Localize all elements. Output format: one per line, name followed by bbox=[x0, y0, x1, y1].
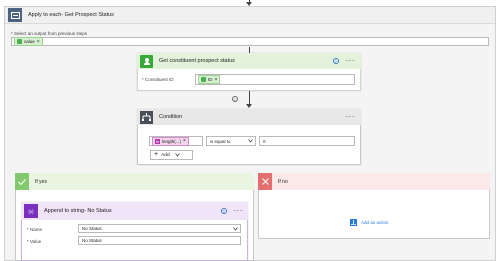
more-options-icon[interactable]: ··· bbox=[234, 207, 244, 215]
value-token-remove[interactable]: × bbox=[37, 39, 40, 45]
if-no-header: If no bbox=[258, 173, 490, 190]
check-icon bbox=[15, 173, 29, 190]
x-icon bbox=[258, 173, 272, 190]
value-input[interactable]: No Status bbox=[78, 236, 241, 245]
constituent-icon bbox=[140, 54, 153, 68]
more-options-icon[interactable]: ··· bbox=[346, 113, 356, 121]
value-token[interactable]: value × bbox=[14, 37, 43, 46]
expression-glyph: fx bbox=[155, 138, 160, 144]
constituent-title: Get constituent prospect status bbox=[159, 58, 235, 64]
operator-value: is equal to bbox=[210, 138, 231, 144]
name-label: * Name bbox=[27, 227, 43, 232]
condition-title: Condition bbox=[159, 114, 183, 120]
id-token-remove[interactable]: × bbox=[215, 77, 218, 83]
help-icon[interactable]: ? bbox=[332, 58, 339, 64]
condition-value: 0 bbox=[263, 138, 266, 144]
apply-to-each-title: Apply to each- Get Prospect Status bbox=[28, 12, 114, 18]
chevron-down-icon bbox=[248, 139, 253, 143]
select-output-label: * Select an output from previous steps bbox=[11, 31, 88, 36]
length-token[interactable]: fx length(...) × bbox=[152, 136, 189, 146]
connector-2 bbox=[249, 91, 250, 105]
info-glyph: i bbox=[234, 96, 236, 102]
add-action-icon bbox=[350, 219, 357, 226]
append-string-header[interactable]: {x} Append to string- No Status ? ··· bbox=[21, 202, 248, 220]
id-token[interactable]: ID × bbox=[198, 75, 221, 84]
variable-glyph: {x} bbox=[28, 208, 34, 214]
apply-to-each-header[interactable]: Apply to each- Get Prospect Status bbox=[5, 7, 495, 24]
variable-icon: {x} bbox=[24, 204, 38, 218]
operator-select[interactable]: is equal to bbox=[206, 136, 256, 146]
add-condition-label: Add bbox=[161, 152, 170, 158]
chevron-down-icon bbox=[233, 226, 238, 231]
condition-icon bbox=[140, 110, 153, 124]
expression-icon: fx bbox=[155, 138, 160, 144]
constituent-id-label: * Constituent ID bbox=[142, 77, 174, 82]
if-yes-header: If yes bbox=[15, 173, 254, 190]
add-an-action-label: Add an action bbox=[361, 220, 389, 225]
more-options-icon[interactable]: ··· bbox=[346, 57, 356, 65]
help-icon[interactable]: ? bbox=[220, 208, 227, 214]
constituent-token-icon bbox=[17, 39, 22, 44]
connector-2-arrow-icon bbox=[246, 104, 252, 108]
value-label: * Value bbox=[27, 239, 42, 244]
id-token-label: ID bbox=[208, 77, 213, 82]
value-token-label: value bbox=[24, 39, 35, 44]
if-yes-title: If yes bbox=[35, 178, 47, 185]
add-an-action-button[interactable]: Add an action bbox=[350, 219, 389, 226]
constituent-token-icon bbox=[201, 77, 206, 82]
condition-header[interactable]: Condition ··· bbox=[137, 109, 361, 125]
select-output-input[interactable]: value × bbox=[11, 37, 489, 46]
constituent-header[interactable]: Get constituent prospect status ? ··· bbox=[137, 53, 361, 69]
chevron-down-icon bbox=[174, 153, 180, 157]
length-token-remove[interactable]: × bbox=[183, 138, 186, 144]
plus-icon: + bbox=[154, 151, 159, 158]
info-icon[interactable]: i bbox=[232, 96, 238, 102]
name-select[interactable]: No Status bbox=[78, 224, 241, 233]
condition-right-operand[interactable]: 0 bbox=[259, 136, 355, 146]
constituent-id-input[interactable]: ID × bbox=[195, 74, 355, 85]
condition-left-operand[interactable]: fx length(...) × bbox=[149, 136, 203, 146]
length-token-label: length(...) bbox=[162, 138, 182, 144]
value-value: No Status bbox=[82, 238, 102, 243]
append-string-title: Append to string- No Status bbox=[44, 208, 112, 214]
loop-icon bbox=[8, 8, 22, 22]
add-condition-button[interactable]: + Add bbox=[150, 150, 193, 160]
name-value: No Status bbox=[82, 226, 102, 231]
if-no-title: If no bbox=[278, 178, 288, 185]
